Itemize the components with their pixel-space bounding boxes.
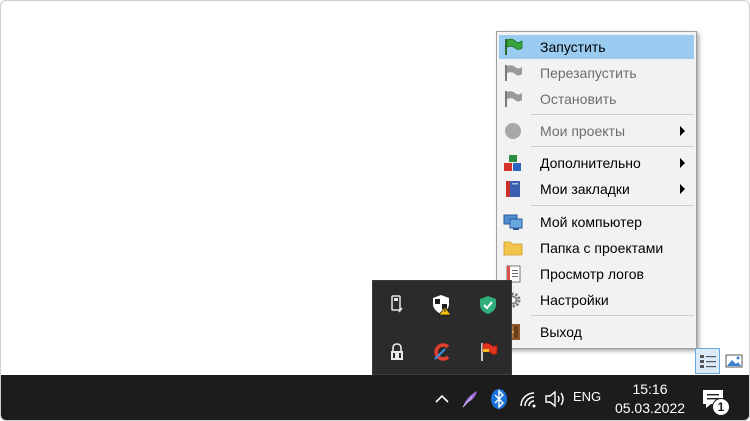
menu-separator bbox=[531, 315, 694, 316]
folder-icon bbox=[503, 239, 523, 257]
submenu-arrow-icon bbox=[680, 126, 685, 136]
menu-item-label: Перезапустить bbox=[540, 65, 637, 81]
ccleaner-icon[interactable] bbox=[431, 341, 453, 363]
green-flag-icon bbox=[503, 38, 523, 56]
taskbar: ENG 15:16 05.03.2022 bbox=[1, 375, 749, 420]
menu-item-label: Мои закладки bbox=[540, 181, 630, 197]
submenu-arrow-icon bbox=[680, 184, 685, 194]
language-indicator[interactable]: ENG bbox=[573, 389, 601, 404]
menu-item-start[interactable]: Запустить bbox=[499, 35, 694, 59]
clock-date: 05.03.2022 bbox=[614, 400, 686, 416]
menu-item-my-projects[interactable]: Мои проекты bbox=[499, 119, 694, 143]
menu-item-stop[interactable]: Остановить bbox=[499, 87, 694, 111]
submenu-arrow-icon bbox=[680, 158, 685, 168]
menu-item-view-logs[interactable]: Просмотр логов bbox=[499, 262, 694, 286]
green-shield-icon[interactable] bbox=[477, 294, 499, 316]
clock[interactable]: 15:16 05.03.2022 bbox=[607, 380, 693, 418]
menu-item-label: Папка с проектами bbox=[540, 240, 664, 256]
bluetooth-icon[interactable] bbox=[489, 387, 509, 411]
network-lock-icon[interactable] bbox=[386, 341, 408, 363]
menu-item-label: Просмотр логов bbox=[540, 266, 644, 282]
mini-app-icons bbox=[694, 348, 746, 374]
menu-item-bookmarks[interactable]: Мои закладки bbox=[499, 177, 694, 201]
tray-overflow-flyout bbox=[372, 280, 512, 375]
tray-context-menu: Запустить Перезапустить Остановить Мои п… bbox=[496, 31, 697, 349]
menu-item-label: Остановить bbox=[540, 91, 617, 107]
feather-icon[interactable] bbox=[459, 387, 481, 411]
menu-item-label: Настройки bbox=[540, 292, 609, 308]
menu-item-settings[interactable]: Настройки bbox=[499, 288, 694, 312]
clock-time: 15:16 bbox=[632, 381, 668, 397]
menu-item-restart[interactable]: Перезапустить bbox=[499, 61, 694, 85]
menu-item-label: Запустить bbox=[540, 39, 606, 55]
gray-circle-icon bbox=[503, 122, 523, 140]
picture-icon[interactable] bbox=[724, 352, 744, 370]
menu-item-additional[interactable]: Дополнительно bbox=[499, 151, 694, 175]
gray-flag-icon bbox=[503, 90, 523, 108]
menu-separator bbox=[531, 114, 694, 115]
menu-separator bbox=[531, 205, 694, 206]
chevron-up-icon[interactable] bbox=[431, 387, 453, 411]
speaker-icon[interactable] bbox=[543, 387, 567, 411]
gray-flag-icon bbox=[503, 64, 523, 82]
menu-item-label: Мой компьютер bbox=[540, 214, 642, 230]
menu-item-label: Выход bbox=[540, 324, 582, 340]
security-shield-warning-icon[interactable] bbox=[431, 294, 453, 316]
menu-item-exit[interactable]: Выход bbox=[499, 320, 694, 344]
blocks-icon bbox=[503, 154, 523, 172]
menu-item-label: Мои проекты bbox=[540, 123, 626, 139]
bookmark-book-icon bbox=[503, 180, 523, 198]
computer-icon bbox=[503, 213, 523, 231]
menu-separator bbox=[531, 146, 694, 147]
red-flag-icon[interactable] bbox=[477, 341, 499, 363]
list-view-icon[interactable] bbox=[695, 348, 720, 374]
usb-drive-icon[interactable] bbox=[386, 294, 408, 316]
menu-item-my-computer[interactable]: Мой компьютер bbox=[499, 210, 694, 234]
screen: Запустить Перезапустить Остановить Мои п… bbox=[0, 0, 750, 421]
menu-item-label: Дополнительно bbox=[540, 155, 641, 171]
menu-item-projects-folder[interactable]: Папка с проектами bbox=[499, 236, 694, 260]
notification-count-badge: 1 bbox=[712, 398, 730, 416]
wifi-icon[interactable] bbox=[517, 387, 539, 411]
